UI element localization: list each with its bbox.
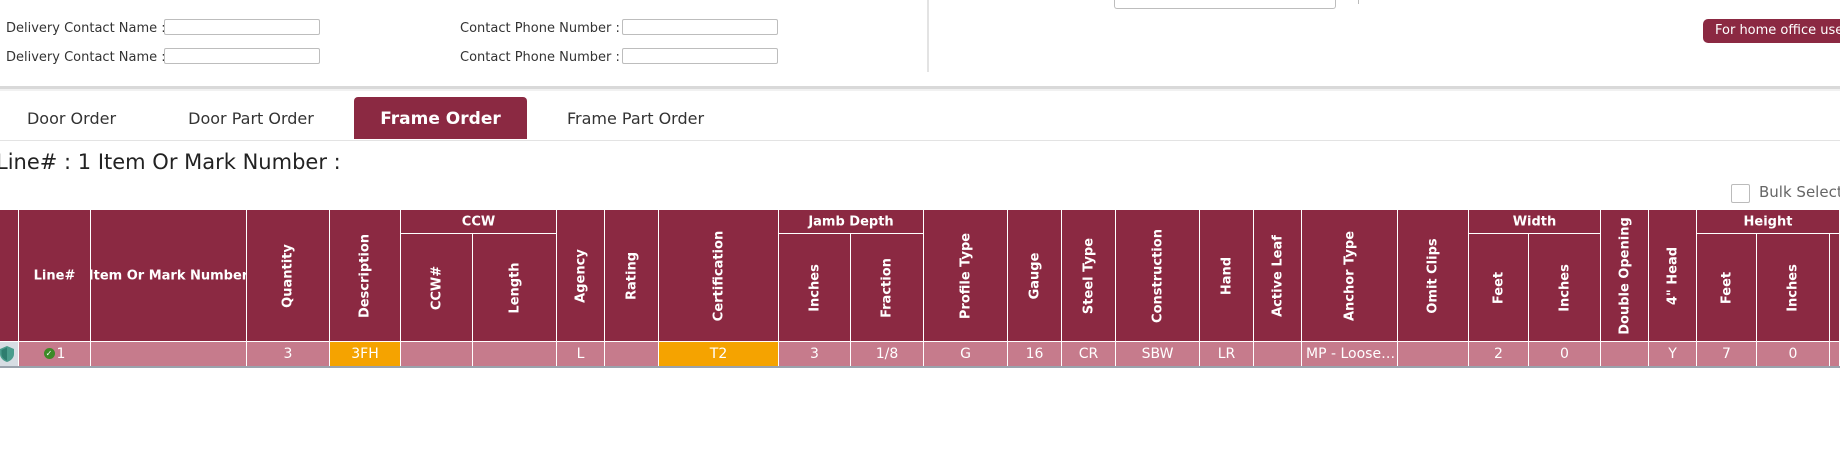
cell-ccw-length[interactable] (473, 342, 557, 366)
top-divider-mark (1358, 0, 1359, 4)
tab-door-part-order[interactable]: Door Part Order (165, 97, 337, 139)
cell-ccw-number[interactable] (401, 342, 473, 366)
delivery-contact-section: Delivery Contact Name : Contact Phone Nu… (0, 0, 1840, 88)
cell-jamb-inches[interactable]: 3 (779, 342, 851, 366)
cell-hand[interactable]: LR (1200, 342, 1254, 366)
cell-jamb-fraction[interactable]: 1/8 (851, 342, 924, 366)
check-icon: ✓ (43, 348, 55, 359)
cell-anchor-type[interactable]: MP - Loose, Masonry Anchor (1302, 342, 1398, 366)
cell-gauge[interactable]: 16 (1008, 342, 1062, 366)
cell-width-feet[interactable]: 2 (1469, 342, 1529, 366)
order-tabs: Door Order Door Part Order Frame Order F… (0, 97, 1840, 139)
row-status[interactable] (0, 342, 19, 366)
cell-height-inches[interactable]: 0 (1757, 342, 1830, 366)
header-quantity[interactable]: Quantity (247, 210, 330, 342)
line-item-title: Line# : 1 Item Or Mark Number : (0, 150, 341, 174)
header-steel-type[interactable]: Steel Type (1062, 210, 1116, 342)
contact-phone-number-label: Contact Phone Number : (460, 21, 620, 36)
cell-active-leaf[interactable] (1254, 342, 1302, 366)
home-office-use-button[interactable]: For home office use (1703, 19, 1840, 43)
header-width-inches[interactable]: Inches (1529, 234, 1601, 342)
delivery-contact-name-label: Delivery Contact Name : (6, 50, 166, 65)
cell-four-inch-head[interactable]: Y (1649, 342, 1697, 366)
header-group-ccw: CCW (401, 210, 557, 234)
header-anchor-type[interactable]: Anchor Type (1302, 210, 1398, 342)
header-active-leaf[interactable]: Active Leaf (1254, 210, 1302, 342)
header-omit-clips[interactable]: Omit Clips (1398, 210, 1469, 342)
tab-frame-order[interactable]: Frame Order (354, 97, 527, 139)
header-status (0, 210, 19, 342)
tab-frame-part-order[interactable]: Frame Part Order (548, 97, 723, 139)
delivery-contact-name-input[interactable] (164, 19, 320, 35)
cell-description[interactable]: 3FH (330, 342, 401, 366)
frame-order-grid: Line# Item Or Mark Number Quantity Descr… (0, 210, 1840, 368)
delivery-contact-name-input[interactable] (164, 48, 320, 64)
header-group-jamb-depth: Jamb Depth (779, 210, 924, 234)
top-select-field[interactable] (1114, 0, 1336, 9)
tab-door-order[interactable]: Door Order (0, 97, 143, 139)
header-jamb-fraction[interactable]: Fraction (851, 234, 924, 342)
header-group-width: Width (1469, 210, 1601, 234)
header-ccw-number[interactable]: CCW# (401, 234, 473, 342)
cell-quantity[interactable]: 3 (247, 342, 330, 366)
cell-steel-type[interactable]: CR (1062, 342, 1116, 366)
bulk-select-label: Bulk Select (1759, 183, 1840, 201)
cell-extra (1830, 342, 1840, 366)
contact-phone-number-input[interactable] (622, 19, 778, 35)
section-divider (927, 0, 929, 72)
header-height-feet[interactable]: Feet (1697, 234, 1757, 342)
header-item-or-mark-number[interactable]: Item Or Mark Number (91, 210, 247, 342)
header-ccw-length[interactable]: Length (473, 234, 557, 342)
header-gauge[interactable]: Gauge (1008, 210, 1062, 342)
header-hand[interactable]: Hand (1200, 210, 1254, 342)
header-group-height: Height (1697, 210, 1840, 234)
cell-line-number[interactable]: ✓ 1 (19, 342, 91, 366)
cell-omit-clips[interactable] (1398, 342, 1469, 366)
row-bottom-border (0, 366, 1840, 368)
header-double-opening[interactable]: Double Opening (1601, 210, 1649, 342)
header-construction[interactable]: Construction (1116, 210, 1200, 342)
contact-phone-number-label: Contact Phone Number : (460, 50, 620, 65)
tabs-baseline (0, 140, 1840, 141)
shield-icon (0, 346, 14, 362)
header-line-number[interactable]: Line# (19, 210, 91, 342)
section-separator-shadow (0, 89, 1840, 91)
header-width-feet[interactable]: Feet (1469, 234, 1529, 342)
header-profile-type[interactable]: Profile Type (924, 210, 1008, 342)
header-height-inches[interactable]: Inches (1757, 234, 1830, 342)
contact-phone-number-input[interactable] (622, 48, 778, 64)
cell-height-feet[interactable]: 7 (1697, 342, 1757, 366)
cell-rating[interactable] (605, 342, 659, 366)
delivery-contact-name-label: Delivery Contact Name : (6, 21, 166, 36)
cell-double-opening[interactable] (1601, 342, 1649, 366)
cell-profile-type[interactable]: G (924, 342, 1008, 366)
bulk-select-checkbox[interactable] (1731, 184, 1750, 203)
header-rating[interactable]: Rating (605, 210, 659, 342)
header-four-inch-head[interactable]: 4" Head (1649, 210, 1697, 342)
header-extra (1830, 234, 1840, 342)
cell-agency[interactable]: L (557, 342, 605, 366)
cell-certification[interactable]: T2 (659, 342, 779, 366)
cell-item-or-mark-number[interactable] (91, 342, 247, 366)
header-jamb-inches[interactable]: Inches (779, 234, 851, 342)
cell-construction[interactable]: SBW (1116, 342, 1200, 366)
header-certification[interactable]: Certification (659, 210, 779, 342)
header-agency[interactable]: Agency (557, 210, 605, 342)
cell-width-inches[interactable]: 0 (1529, 342, 1601, 366)
header-description[interactable]: Description (330, 210, 401, 342)
